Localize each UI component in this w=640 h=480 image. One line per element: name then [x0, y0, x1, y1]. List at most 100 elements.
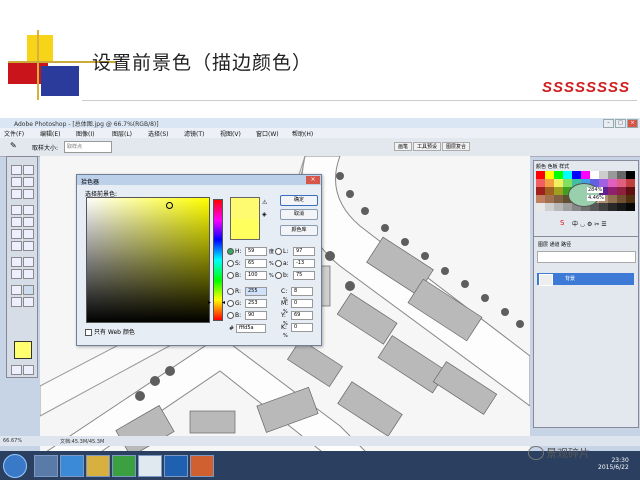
- menu-view[interactable]: 视图(V): [220, 129, 241, 138]
- screen-mode-icon[interactable]: [23, 365, 34, 375]
- magic-wand-tool-icon[interactable]: [23, 177, 34, 187]
- input-l[interactable]: 97: [293, 247, 315, 256]
- menu-filter[interactable]: 滤镜(T): [184, 129, 204, 138]
- path-select-tool-icon[interactable]: [11, 269, 22, 279]
- lasso-tool-icon[interactable]: [11, 177, 22, 187]
- input-k[interactable]: 0: [291, 323, 313, 332]
- tab-layer-comps[interactable]: 图层复合: [442, 142, 471, 151]
- healing-tool-icon[interactable]: [11, 205, 22, 215]
- sample-size-select[interactable]: 取样点: [64, 141, 112, 153]
- picker-ring-icon[interactable]: [166, 202, 173, 209]
- input-b[interactable]: 100: [245, 271, 267, 280]
- input-h[interactable]: 59: [245, 247, 267, 256]
- shape-tool-icon[interactable]: [23, 269, 34, 279]
- close-button[interactable]: ×: [627, 119, 638, 128]
- hex-input[interactable]: fffd5a: [235, 324, 266, 333]
- menu-layer[interactable]: 图层(L): [112, 129, 132, 138]
- eyedropper-tool-icon[interactable]: [23, 285, 34, 295]
- radio-rgb-b[interactable]: [227, 312, 234, 319]
- minimize-button[interactable]: –: [603, 119, 614, 128]
- input-c[interactable]: 8: [291, 287, 313, 296]
- input-s[interactable]: 65: [245, 259, 267, 268]
- radio-a[interactable]: [275, 260, 282, 267]
- warning-icon[interactable]: ⚠: [262, 199, 267, 206]
- gradient-tool-icon[interactable]: [23, 229, 34, 239]
- brush-tool-icon[interactable]: [23, 205, 34, 215]
- field-b: B: 100%: [227, 271, 277, 280]
- deco-vertical-line: [37, 30, 39, 100]
- pen-tool-icon[interactable]: [11, 257, 22, 267]
- radio-h[interactable]: [227, 248, 234, 255]
- radio-l[interactable]: [275, 248, 282, 255]
- taskbar-media-icon[interactable]: [112, 455, 136, 477]
- ok-button[interactable]: 确定: [280, 195, 318, 206]
- swatches-panel-tabs[interactable]: 颜色 色板 样式: [536, 163, 569, 170]
- taskbar-photoshop-icon[interactable]: [164, 455, 188, 477]
- taskbar-powerpoint-icon[interactable]: [190, 455, 214, 477]
- color-libraries-button[interactable]: 颜色库: [280, 225, 318, 236]
- current-color-preview[interactable]: [230, 219, 260, 240]
- taskbar-cad-icon[interactable]: [138, 455, 162, 477]
- field-m: M: 0%: [281, 299, 321, 315]
- stamp-tool-icon[interactable]: [11, 217, 22, 227]
- tab-brushes[interactable]: 画笔: [394, 142, 413, 151]
- tab-tool-presets[interactable]: 工具预设: [413, 142, 442, 151]
- eraser-tool-icon[interactable]: [11, 229, 22, 239]
- web-only-label: 只有 Web 颜色: [94, 329, 135, 336]
- hue-slider-right-arrow-icon[interactable]: ◂: [222, 299, 225, 306]
- cancel-button[interactable]: 取消: [280, 209, 318, 220]
- layer-row-background[interactable]: 背景: [537, 273, 634, 286]
- taskbar-ie-icon[interactable]: [60, 455, 84, 477]
- web-only-checkbox-box[interactable]: [85, 329, 92, 336]
- web-cube-icon[interactable]: ◈: [262, 211, 267, 218]
- start-button-icon[interactable]: [3, 454, 27, 478]
- radio-r[interactable]: [227, 288, 234, 295]
- panel-tool-icons[interactable]: 中 ◡ ⚙ ✂ ☰: [572, 219, 607, 228]
- web-only-checkbox[interactable]: 只有 Web 颜色: [85, 327, 135, 336]
- maximize-button[interactable]: □: [615, 119, 626, 128]
- radio-lab-b[interactable]: [275, 272, 282, 279]
- dodge-tool-icon[interactable]: [23, 241, 34, 251]
- zoom-tool-icon[interactable]: [23, 297, 34, 307]
- radio-g[interactable]: [227, 300, 234, 307]
- radio-b[interactable]: [227, 272, 234, 279]
- input-g[interactable]: 253: [245, 299, 267, 308]
- blend-mode-select[interactable]: [537, 251, 636, 263]
- input-y[interactable]: 69: [291, 311, 313, 320]
- type-tool-icon[interactable]: [23, 257, 34, 267]
- color-wheel-widget[interactable]: 284% 4.46%: [568, 183, 605, 207]
- menu-help[interactable]: 帮助(H): [292, 129, 313, 138]
- input-m[interactable]: 0: [291, 299, 313, 308]
- sogou-icon[interactable]: S: [560, 219, 564, 227]
- menu-image[interactable]: 图像(I): [76, 129, 94, 138]
- history-brush-tool-icon[interactable]: [23, 217, 34, 227]
- foreground-color-swatch[interactable]: [14, 341, 32, 359]
- menu-edit[interactable]: 编辑(E): [40, 129, 60, 138]
- color-picker-dialog: 拾色器 × 选择前景色: ▸ ◂ ⚠ ◈ 确定 取消 颜色库 H: 59 度 S: 6…: [76, 174, 322, 346]
- taskbar-folder-icon[interactable]: [86, 455, 110, 477]
- hue-slider-left-arrow-icon[interactable]: ▸: [208, 299, 211, 306]
- slice-tool-icon[interactable]: [23, 189, 34, 199]
- menu-select[interactable]: 选择(S): [148, 129, 169, 138]
- blur-tool-icon[interactable]: [11, 241, 22, 251]
- notes-tool-icon[interactable]: [11, 285, 22, 295]
- radio-s[interactable]: [227, 260, 234, 267]
- menu-file[interactable]: 文件(F): [4, 129, 24, 138]
- taskbar-explorer-icon[interactable]: [34, 455, 58, 477]
- input-lab-b[interactable]: 75: [293, 271, 315, 280]
- crop-tool-icon[interactable]: [11, 189, 22, 199]
- input-r[interactable]: 255: [245, 287, 267, 296]
- input-a[interactable]: -13: [293, 259, 315, 268]
- marquee-tool-icon[interactable]: [23, 165, 34, 175]
- dialog-close-button[interactable]: ×: [306, 176, 320, 184]
- photoshop-window: Adobe Photoshop - [总体图.jpg @ 66.7%(RGB/8…: [0, 118, 640, 480]
- dialog-title: 拾色器: [81, 179, 100, 186]
- input-rgb-b[interactable]: 90: [245, 311, 267, 320]
- hand-tool-icon[interactable]: [11, 297, 22, 307]
- quick-mask-icon[interactable]: [11, 365, 22, 375]
- menu-window[interactable]: 窗口(W): [256, 129, 279, 138]
- saturation-brightness-field[interactable]: [86, 197, 210, 323]
- layers-panel-tabs[interactable]: 图层 通道 路径: [538, 241, 571, 248]
- move-tool-icon[interactable]: [11, 165, 22, 175]
- zoom-level[interactable]: 66.67%: [3, 438, 22, 444]
